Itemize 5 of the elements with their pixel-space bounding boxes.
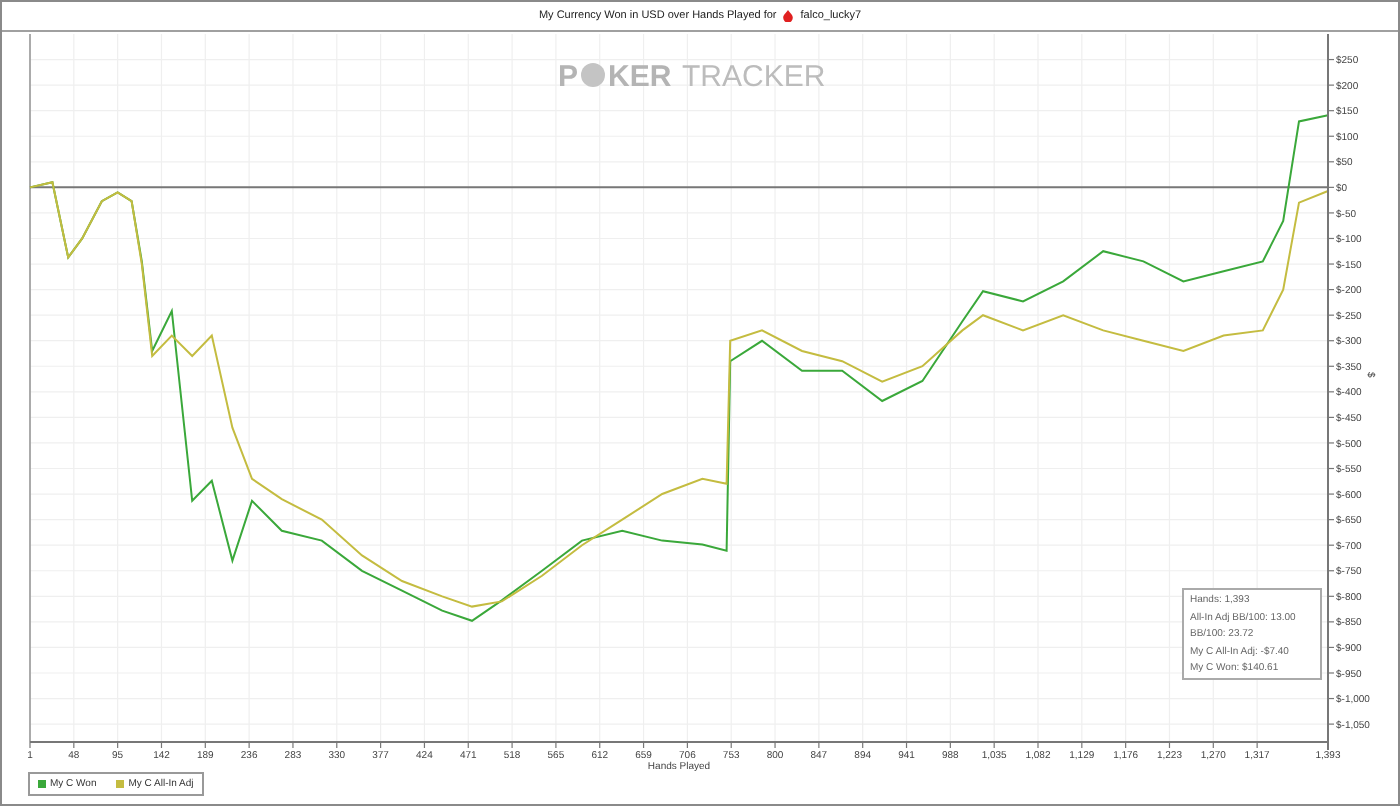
watermark: KER	[608, 60, 672, 94]
watermark: P	[558, 60, 579, 94]
flame-icon	[782, 10, 795, 22]
poker-chip-icon	[581, 63, 605, 87]
watermark: TRACKER	[682, 60, 826, 94]
